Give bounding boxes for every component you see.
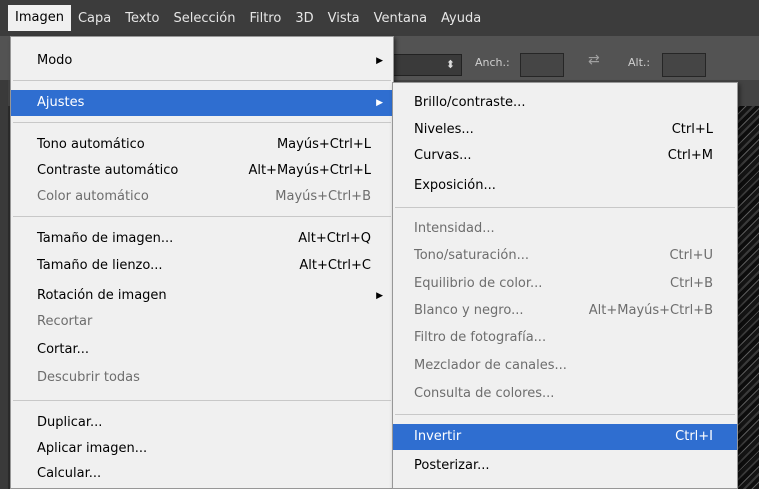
menu-item-label: Calcular...: [37, 466, 102, 481]
height-label: Alt.:: [628, 56, 651, 69]
menu-item-label: Modo: [37, 53, 73, 68]
height-field[interactable]: [662, 53, 706, 77]
shortcut-label: Ctrl+I: [675, 429, 713, 444]
menu-item-label: Brillo/contraste...: [414, 95, 526, 110]
menu-item-label: Tamaño de lienzo...: [37, 258, 163, 273]
shortcut-label: Alt+Ctrl+C: [299, 258, 371, 273]
shortcut-label: Alt+Ctrl+Q: [298, 231, 371, 246]
menu-item-rotacion-imagen[interactable]: Rotación de imagen ▶: [11, 283, 393, 309]
menu-item-modo[interactable]: Modo ▶: [11, 48, 393, 74]
style-dropdown[interactable]: ⬍: [392, 54, 462, 76]
menu-item-curvas[interactable]: Curvas... Ctrl+M: [393, 143, 737, 169]
menu-item-label: Invertir: [414, 429, 462, 444]
menu-item-label: Tono automático: [37, 137, 145, 152]
menu-item-blanco-negro: Blanco y negro... Alt+Mayús+Ctrl+B: [393, 298, 737, 324]
menu-item-filtro-fotografia: Filtro de fotografía...: [393, 325, 737, 351]
shortcut-label: Alt+Mayús+Ctrl+L: [248, 163, 371, 178]
menu-divider: [13, 216, 391, 217]
menu-divider: [395, 207, 735, 208]
menu-item-label: Equilibrio de color...: [414, 276, 543, 291]
shortcut-label: Ctrl+U: [669, 248, 713, 263]
menu-imagen[interactable]: Imagen: [8, 5, 71, 31]
menu-item-tamano-lienzo[interactable]: Tamaño de lienzo... Alt+Ctrl+C: [11, 253, 393, 279]
ajustes-submenu: Brillo/contraste... Niveles... Ctrl+L Cu…: [392, 82, 738, 489]
menu-item-cortar[interactable]: Cortar...: [11, 337, 393, 363]
menu-item-recortar: Recortar: [11, 309, 393, 335]
menu-item-tono-automatico[interactable]: Tono automático Mayús+Ctrl+L: [11, 132, 393, 158]
menu-item-aplicar-imagen[interactable]: Aplicar imagen...: [11, 436, 393, 462]
menu-capa[interactable]: Capa: [71, 6, 118, 31]
menu-vista[interactable]: Vista: [321, 6, 367, 31]
width-field[interactable]: [520, 53, 564, 77]
menu-item-label: Filtro de fotografía...: [414, 330, 547, 345]
menu-divider: [13, 80, 391, 81]
menu-seleccion[interactable]: Selección: [166, 6, 242, 31]
menu-item-label: Blanco y negro...: [414, 303, 524, 318]
menu-item-label: Duplicar...: [37, 415, 103, 430]
menu-item-calcular[interactable]: Calcular...: [11, 461, 393, 487]
menu-item-posterizar[interactable]: Posterizar...: [393, 453, 737, 479]
menu-item-color-automatico: Color automático Mayús+Ctrl+B: [11, 184, 393, 210]
menu-item-consulta-colores: Consulta de colores...: [393, 381, 737, 407]
menu-item-label: Recortar: [37, 314, 93, 329]
menu-item-label: Cortar...: [37, 342, 89, 357]
menu-item-tono-saturacion: Tono/saturación... Ctrl+U: [393, 243, 737, 269]
menu-item-label: Aplicar imagen...: [37, 441, 148, 456]
shortcut-label: Ctrl+L: [671, 122, 713, 137]
menu-item-label: Tamaño de imagen...: [37, 231, 174, 246]
menu-item-niveles[interactable]: Niveles... Ctrl+L: [393, 117, 737, 143]
menu-item-label: Niveles...: [414, 122, 474, 137]
submenu-arrow-icon: ▶: [376, 56, 383, 66]
width-label: Anch.:: [475, 56, 510, 69]
shortcut-label: Mayús+Ctrl+L: [276, 137, 371, 152]
shortcut-label: Ctrl+B: [670, 276, 713, 291]
menu-item-label: Rotación de imagen: [37, 288, 167, 303]
menu-item-mezclador-canales: Mezclador de canales...: [393, 353, 737, 379]
menu-item-label: Color automático: [37, 189, 149, 204]
menu-item-brillo-contraste[interactable]: Brillo/contraste...: [393, 90, 737, 116]
menu-divider: [395, 414, 735, 415]
menu-item-label: Descubrir todas: [37, 370, 140, 385]
swap-arrows-icon[interactable]: ⇄: [588, 52, 600, 68]
shortcut-label: Ctrl+M: [667, 148, 713, 163]
menu-item-tamano-imagen[interactable]: Tamaño de imagen... Alt+Ctrl+Q: [11, 226, 393, 252]
menu-texto[interactable]: Texto: [118, 6, 166, 31]
menu-item-label: Contraste automático: [37, 163, 179, 178]
menu-item-contraste-automatico[interactable]: Contraste automático Alt+Mayús+Ctrl+L: [11, 158, 393, 184]
menu-item-intensidad: Intensidad...: [393, 216, 737, 242]
submenu-arrow-icon: ▶: [376, 98, 383, 108]
menu-divider: [13, 400, 391, 401]
menu-item-invertir[interactable]: Invertir Ctrl+I: [393, 424, 737, 450]
menu-item-label: Curvas...: [414, 148, 472, 163]
menu-item-label: Tono/saturación...: [414, 248, 529, 263]
menu-item-equilibrio-color: Equilibrio de color... Ctrl+B: [393, 271, 737, 297]
shortcut-label: Mayús+Ctrl+B: [275, 189, 371, 204]
menu-item-label: Ajustes: [37, 95, 85, 110]
imagen-menu: Modo ▶ Ajustes ▶ Tono automático Mayús+C…: [10, 36, 394, 489]
menu-ventana[interactable]: Ventana: [367, 6, 434, 31]
menu-item-ajustes[interactable]: Ajustes ▶: [11, 90, 393, 116]
menu-3d[interactable]: 3D: [288, 6, 320, 31]
menu-item-label: Exposición...: [414, 178, 496, 193]
menubar: Imagen Capa Texto Selección Filtro 3D Vi…: [0, 0, 759, 36]
menu-item-label: Mezclador de canales...: [414, 358, 567, 373]
submenu-arrow-icon: ▶: [376, 291, 383, 301]
menu-ayuda[interactable]: Ayuda: [434, 6, 488, 31]
menu-item-label: Consulta de colores...: [414, 386, 555, 401]
shortcut-label: Alt+Mayús+Ctrl+B: [588, 303, 713, 318]
menu-item-label: Intensidad...: [414, 221, 495, 236]
menu-item-duplicar[interactable]: Duplicar...: [11, 410, 393, 436]
menu-item-exposicion[interactable]: Exposición...: [393, 173, 737, 199]
menu-filtro[interactable]: Filtro: [242, 6, 288, 31]
menu-item-descubrir-todas: Descubrir todas: [11, 365, 393, 391]
menu-item-label: Posterizar...: [414, 458, 490, 473]
menu-divider: [13, 122, 391, 123]
tools-panel-edge: [0, 80, 8, 489]
